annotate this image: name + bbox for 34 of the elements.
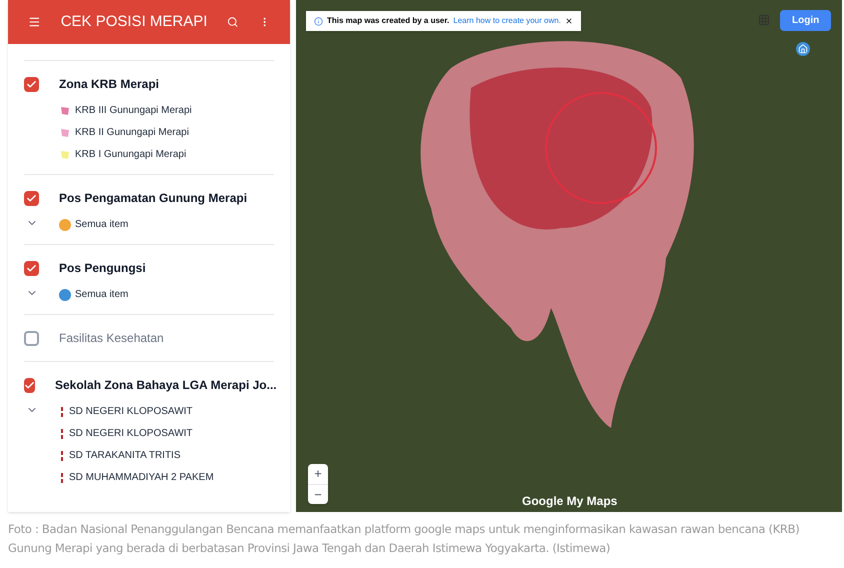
legend-label: Semua item [75,288,128,302]
maps-logo: Google My Maps [522,493,618,510]
layer-name: Fasilitas Kesehatan [59,330,164,347]
layer-name: Zona KRB Merapi [59,76,160,93]
close-icon[interactable] [564,17,573,25]
learn-link[interactable]: Learn how to create your own. [453,15,561,27]
check-icon [26,262,37,274]
layer-name: Sekolah Zona Bahaya LGA Merapi Jo... [55,377,277,394]
legend-label: KRB II Gunungapi Merapi [75,126,189,140]
zoom-out-button[interactable]: − [308,484,328,504]
app-title: CEK POSISI MERAPI [60,12,208,32]
legend-label: SD TARAKANITA TRITIS [69,449,181,463]
layer-checkbox[interactable] [24,190,39,206]
layer-checkbox[interactable] [24,378,35,392]
zoom-in-button[interactable]: + [308,464,328,484]
check-icon [24,380,35,390]
notice-text: This map was created by a user. [327,15,450,27]
photo-caption: Foto : Badan Nasional Penanggulangan Bencana memanfaatkan platform google maps untuk menginformasikan kawasan rawan bencana (KRB) Gunung Merapi yang berada di berbatasan Provinsi Jawa Tengah dan Daerah Istimewa Yogyakarta. (Istimewa) [7,521,800,557]
layer-name: Pos Pengamatan Gunung Merapi [59,190,248,207]
layer-checkbox[interactable] [24,76,39,92]
login-button[interactable]: Login [780,10,832,31]
check-icon [26,78,37,90]
legend-label: SD NEGERI KLOPOSAWIT [69,427,193,441]
check-icon [26,192,37,204]
legend-label: SD MUHAMMADIYAH 2 PAKEM [69,471,214,485]
legend-label: SD NEGERI KLOPOSAWIT [69,405,193,419]
home-marker-icon [796,42,810,56]
legend-label: Semua item [75,218,128,232]
legend-label: KRB III Gunungapi Merapi [75,104,192,118]
info-icon [314,16,323,26]
legend-label: KRB I Gunungapi Merapi [75,148,186,162]
layer-checkbox[interactable] [24,330,39,346]
layer-checkbox[interactable] [24,260,39,276]
layer-name: Pos Pengungsi [59,260,146,277]
